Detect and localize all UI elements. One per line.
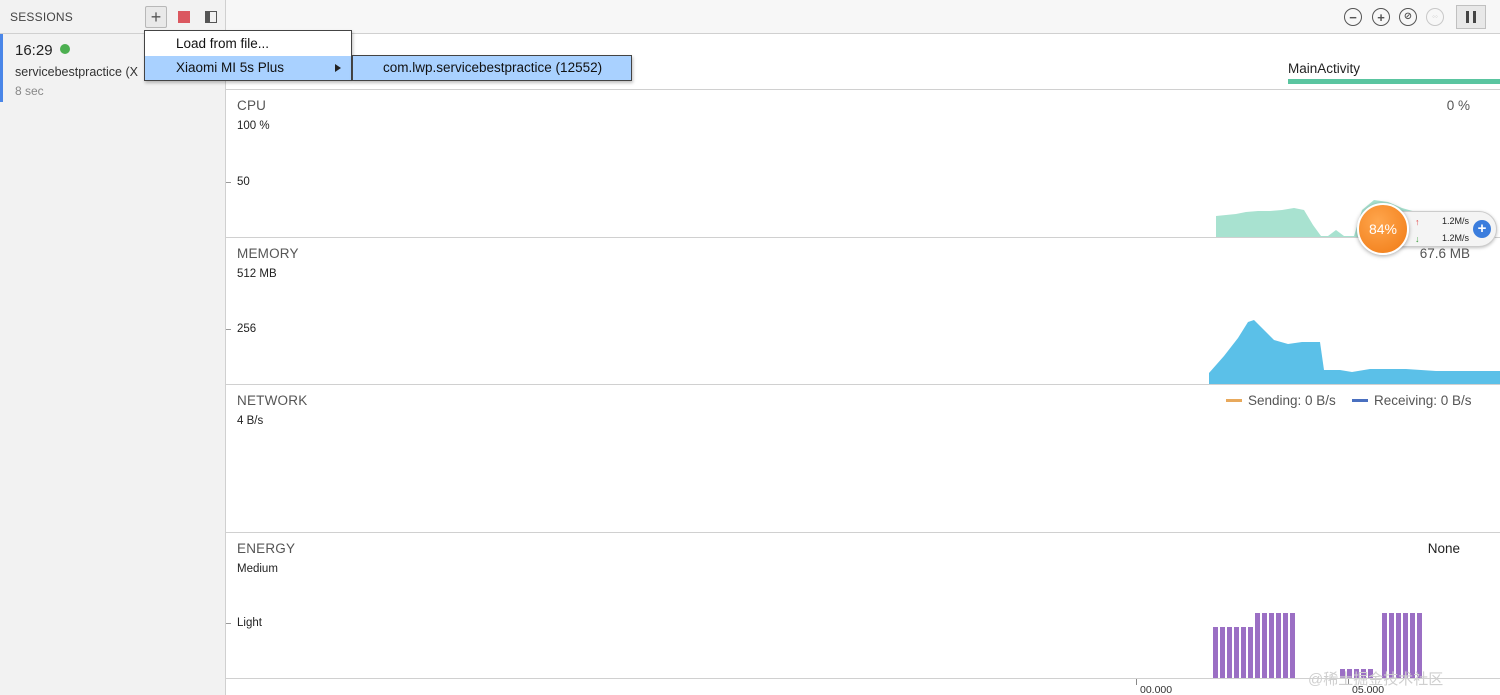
zoom-in-icon[interactable]: + xyxy=(1372,8,1390,26)
network-receiving-legend: Receiving: 0 B/s xyxy=(1352,393,1472,408)
profiler-toolbar: − + ⊘ ◦◦ xyxy=(226,0,1500,34)
energy-graph xyxy=(1213,613,1422,678)
session-live-dot-icon xyxy=(60,44,70,54)
pause-button[interactable] xyxy=(1456,5,1486,29)
menu-item-device[interactable]: Xiaomi MI 5s Plus xyxy=(145,56,351,80)
reset-zoom-icon[interactable]: ⊘ xyxy=(1399,8,1417,26)
memory-graph xyxy=(1209,320,1500,384)
memory-pane[interactable]: MEMORY 67.6 MB 512 MB 256 xyxy=(226,238,1500,385)
plus-icon: + xyxy=(150,7,162,27)
sessions-header: SESSIONS + xyxy=(0,0,225,34)
pause-icon xyxy=(1466,11,1469,23)
session-time: 16:29 xyxy=(15,42,53,59)
menu-item-load-from-file[interactable]: Load from file... xyxy=(145,32,351,56)
activity-label: MainActivity xyxy=(1288,61,1361,76)
network-sending-legend: Sending: 0 B/s xyxy=(1226,393,1336,408)
sending-label: Sending: 0 B/s xyxy=(1248,393,1336,408)
memory-usage-badge[interactable]: 84% xyxy=(1357,203,1409,255)
session-name: servicebestpractice (X xyxy=(15,65,138,79)
watermark: @稀土掘金技术社区 xyxy=(1308,671,1444,688)
device-label: Xiaomi MI 5s Plus xyxy=(176,60,285,75)
network-pane[interactable]: NETWORK 4 B/s Sending: 0 B/s Receiving: … xyxy=(226,385,1500,533)
new-session-menu: Load from file... Xiaomi MI 5s Plus xyxy=(144,30,352,81)
energy-pane[interactable]: ENERGY None Medium Light xyxy=(226,533,1500,679)
upload-speed: 1.2M/s xyxy=(1441,216,1469,226)
activity-bar[interactable] xyxy=(1288,79,1500,84)
expand-plus-icon[interactable]: + xyxy=(1473,220,1491,238)
submenu-item-process[interactable]: com.lwp.servicebestpractice (12552) xyxy=(352,55,632,81)
receiving-label: Receiving: 0 B/s xyxy=(1374,393,1472,408)
cpu-pane[interactable]: CPU 0 % 100 % 50 xyxy=(226,90,1500,238)
download-speed: 1.2M/s xyxy=(1441,233,1469,243)
sessions-sidebar: SESSIONS + 16:29 servicebestpractice (X … xyxy=(0,0,226,695)
submenu-arrow-icon xyxy=(335,64,341,72)
zoom-out-icon[interactable]: − xyxy=(1344,8,1362,26)
toggle-panel-button[interactable] xyxy=(200,6,222,28)
network-title: NETWORK xyxy=(237,393,308,408)
receiving-swatch xyxy=(1352,399,1368,402)
axis-label-0: 00.000 xyxy=(1140,684,1173,695)
sessions-title: SESSIONS xyxy=(10,9,73,24)
network-speed-widget[interactable]: 84% ↑ 1.2M/s ↓ 1.2M/s + xyxy=(1357,203,1497,255)
session-duration: 8 sec xyxy=(15,84,44,98)
sending-swatch xyxy=(1226,399,1242,402)
add-session-button[interactable]: + xyxy=(145,6,167,28)
panel-toggle-icon xyxy=(205,11,217,23)
network-max-label: 4 B/s xyxy=(237,415,264,427)
stop-icon xyxy=(178,11,190,23)
stop-session-button[interactable] xyxy=(173,6,195,28)
attach-live-icon[interactable]: ◦◦ xyxy=(1426,8,1444,26)
cpu-graph xyxy=(1216,200,1426,237)
